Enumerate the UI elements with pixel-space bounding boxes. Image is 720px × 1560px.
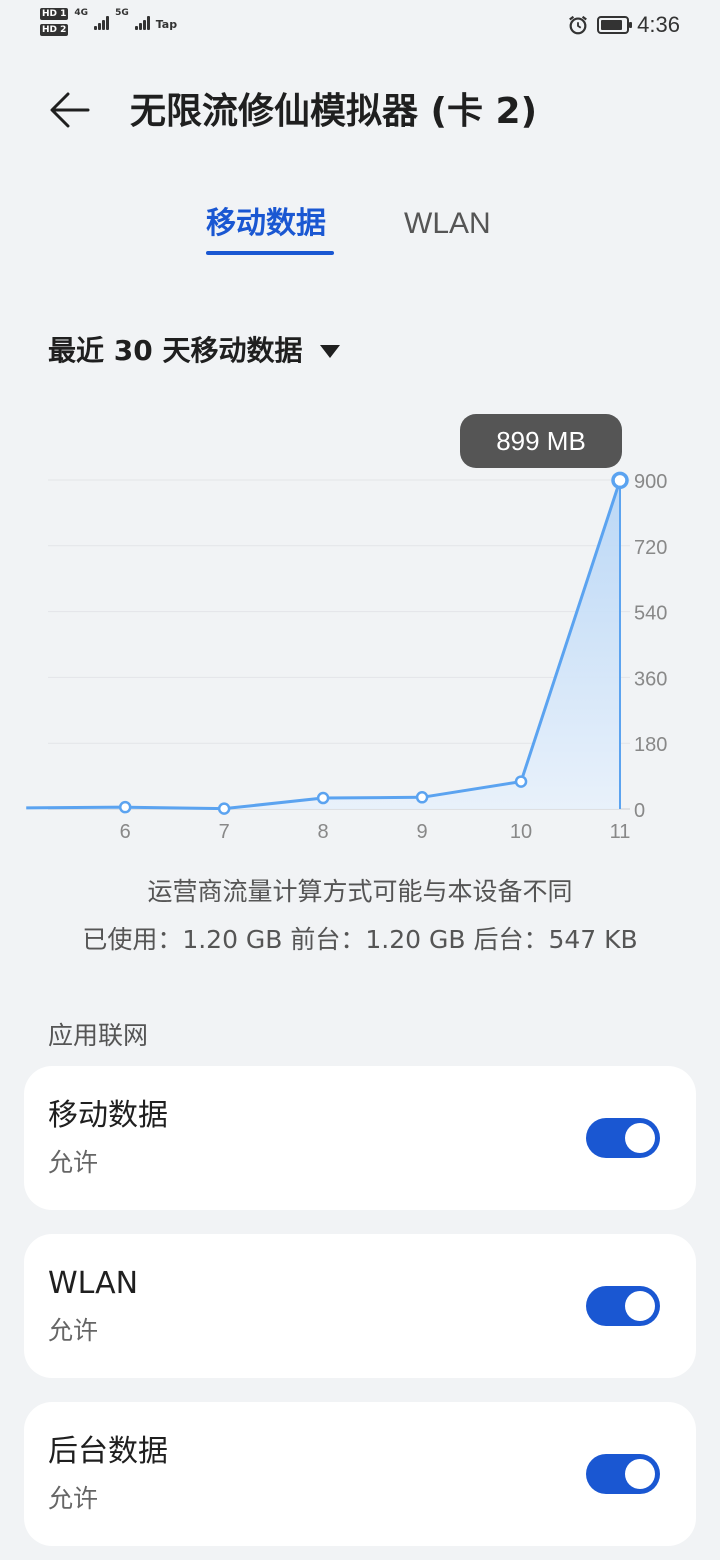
x-tick-label: 7 bbox=[219, 821, 230, 843]
signal-icon bbox=[94, 14, 110, 30]
data-point bbox=[415, 791, 429, 804]
net1-label: 4G bbox=[74, 8, 89, 18]
data-point bbox=[514, 775, 528, 788]
setting-title: WLAN bbox=[48, 1266, 139, 1301]
data-point bbox=[316, 791, 330, 805]
tab-wlan[interactable]: WLAN bbox=[404, 202, 491, 246]
toggle-knob bbox=[625, 1123, 655, 1153]
sim-labels: HD 1 HD 2 bbox=[40, 8, 69, 36]
toggle-knob bbox=[625, 1459, 655, 1489]
battery-fill bbox=[601, 20, 622, 30]
x-tick-label: 10 bbox=[510, 821, 532, 843]
usage-summary: 已使用：1.20 GB 前台：1.20 GB 后台：547 KB bbox=[82, 925, 638, 954]
setting-subtitle: 允许 bbox=[48, 1484, 99, 1513]
data-point bbox=[118, 800, 132, 814]
setting-card-wlan: WLAN 允许 bbox=[24, 1234, 696, 1378]
setting-card-mobile-data: 移动数据 允许 bbox=[24, 1066, 696, 1210]
setting-title: 移动数据 bbox=[48, 1098, 168, 1133]
status-left: HD 1 HD 2 4G 5G Tap bbox=[40, 8, 177, 36]
clock: 4:36 bbox=[637, 12, 680, 37]
data-point bbox=[217, 802, 231, 815]
usage-chart[interactable]: 0 180 360 540 720 900 6 7 8 9 10 11 bbox=[0, 400, 720, 860]
tab-mobile-data[interactable]: 移动数据 bbox=[206, 202, 326, 246]
x-tick-label: 9 bbox=[417, 821, 428, 843]
series-area bbox=[26, 480, 620, 809]
y-tick-label: 180 bbox=[634, 734, 667, 756]
period-label: 最近 30 天移动数据 bbox=[48, 334, 303, 367]
carrier-note: 运营商流量计算方式可能与本设备不同 bbox=[147, 877, 573, 906]
carrier-tag: Tap bbox=[155, 18, 178, 31]
setting-subtitle: 允许 bbox=[48, 1316, 99, 1345]
y-tick-label: 720 bbox=[634, 537, 667, 559]
arrow-left-icon[interactable] bbox=[44, 86, 96, 134]
chart-tooltip: 899 MB bbox=[460, 414, 622, 468]
background-data-toggle[interactable] bbox=[586, 1454, 660, 1494]
setting-card-background-data: 后台数据 允许 bbox=[24, 1402, 696, 1546]
y-tick-label: 360 bbox=[634, 668, 667, 690]
section-label: 应用联网 bbox=[48, 1021, 149, 1050]
sim1-badge: HD 1 bbox=[40, 8, 69, 20]
mobile-data-toggle[interactable] bbox=[586, 1118, 660, 1158]
alarm-icon bbox=[569, 15, 588, 35]
net2-label: 5G bbox=[115, 8, 129, 18]
y-tick-label: 0 bbox=[634, 800, 645, 822]
tab-active-indicator bbox=[206, 251, 334, 255]
wlan-toggle[interactable] bbox=[586, 1286, 660, 1326]
sim2-badge: HD 2 bbox=[40, 24, 69, 36]
x-tick-label: 6 bbox=[120, 821, 131, 843]
setting-subtitle: 允许 bbox=[48, 1148, 99, 1177]
status-right: 4:36 bbox=[567, 12, 680, 38]
caret-down-icon bbox=[320, 344, 341, 358]
page-title: 无限流修仙模拟器 (卡 2) bbox=[130, 91, 538, 132]
toggle-knob bbox=[625, 1291, 655, 1321]
x-tick-label: 8 bbox=[318, 821, 329, 843]
x-tick-label: 11 bbox=[610, 821, 631, 843]
setting-title: 后台数据 bbox=[48, 1434, 168, 1469]
y-tick-label: 900 bbox=[634, 471, 667, 493]
period-selector[interactable]: 最近 30 天移动数据 bbox=[48, 330, 341, 372]
battery-icon bbox=[597, 16, 633, 34]
data-point bbox=[611, 471, 629, 490]
signal-icon-2 bbox=[134, 14, 150, 30]
y-tick-label: 540 bbox=[634, 603, 667, 625]
status-bar: HD 1 HD 2 4G 5G Tap 4:36 bbox=[0, 0, 720, 56]
